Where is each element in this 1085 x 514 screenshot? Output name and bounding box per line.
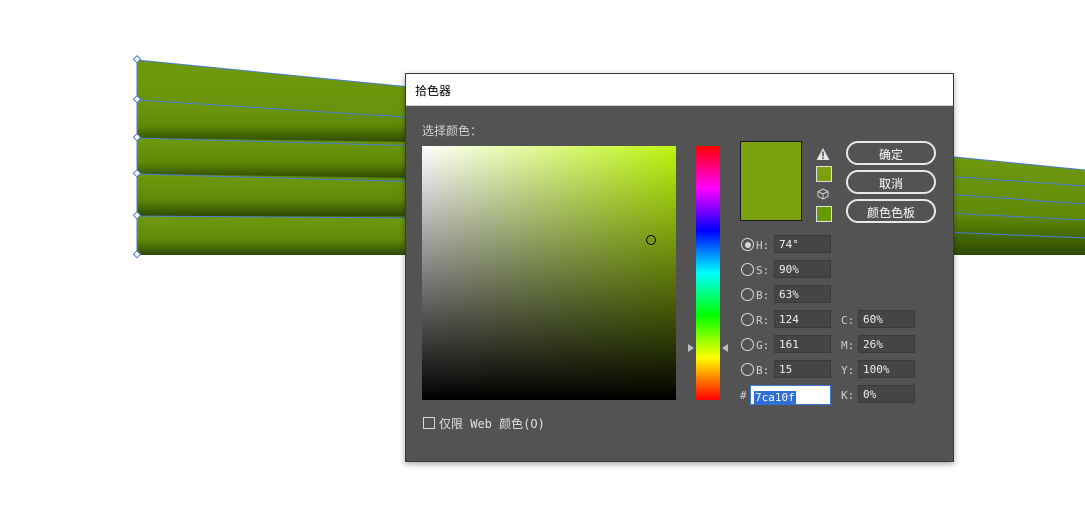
hue-slider-left-handle[interactable]	[688, 343, 694, 352]
new-color-swatch	[740, 141, 802, 221]
radio-saturation[interactable]	[741, 263, 754, 276]
hex-input[interactable]: 7ca10f	[750, 385, 831, 405]
black-label: K:	[841, 389, 855, 402]
dialog-titlebar[interactable]: 拾色器	[406, 74, 953, 106]
magenta-label: M:	[841, 339, 855, 352]
web-safe-color-swatch[interactable]	[816, 206, 832, 222]
saturation-field[interactable]: 90%	[774, 260, 831, 278]
red-field[interactable]: 124	[774, 310, 831, 328]
brightness-label: B:	[756, 289, 770, 302]
cancel-button[interactable]: 取消	[846, 170, 936, 194]
red-label: R:	[756, 314, 770, 327]
hue-slider[interactable]	[696, 146, 720, 400]
hex-label: #	[740, 389, 747, 402]
in-gamut-color-swatch[interactable]	[816, 166, 832, 182]
saturation-label: S:	[756, 264, 770, 277]
green-label: G:	[756, 339, 770, 352]
hue-slider-right-handle[interactable]	[722, 343, 728, 352]
cyan-label: C:	[841, 314, 855, 327]
cyan-field[interactable]: 60%	[858, 310, 915, 328]
magenta-field[interactable]: 26%	[858, 335, 915, 353]
web-safe-cube-icon[interactable]	[817, 188, 829, 200]
green-field[interactable]: 161	[774, 335, 831, 353]
color-swatches-button[interactable]: 颜色色板	[846, 199, 936, 223]
radio-hue[interactable]	[741, 238, 754, 251]
hue-label: H:	[756, 239, 770, 252]
hue-field[interactable]: 74°	[774, 235, 831, 253]
select-color-label: 选择颜色：	[422, 124, 483, 138]
radio-green[interactable]	[741, 338, 754, 351]
saturation-brightness-field[interactable]	[422, 146, 676, 400]
brightness-field[interactable]: 63%	[774, 285, 831, 303]
blue-label: B:	[756, 364, 770, 377]
gamut-warning-icon[interactable]	[816, 147, 830, 161]
color-picker-dialog: 拾色器 选择颜色： 确定 取消 颜色色板 H: 74° S: 90% B: 63…	[405, 73, 954, 462]
green-shape-right[interactable]	[944, 155, 1085, 255]
ok-button[interactable]: 确定	[846, 141, 936, 165]
radio-brightness[interactable]	[741, 288, 754, 301]
web-colors-only-label[interactable]: 仅限 Web 颜色(O)	[439, 415, 545, 432]
color-selection-cursor[interactable]	[645, 234, 656, 245]
yellow-field[interactable]: 100%	[858, 360, 915, 378]
web-colors-only-checkbox[interactable]	[423, 417, 435, 429]
green-shape-left[interactable]	[132, 55, 421, 259]
dialog-title: 拾色器	[415, 84, 452, 98]
blue-field[interactable]: 15	[774, 360, 831, 378]
hex-value: 7ca10f	[754, 391, 796, 405]
radio-blue[interactable]	[741, 363, 754, 376]
radio-red[interactable]	[741, 313, 754, 326]
yellow-label: Y:	[841, 364, 855, 377]
black-field[interactable]: 0%	[858, 385, 915, 403]
